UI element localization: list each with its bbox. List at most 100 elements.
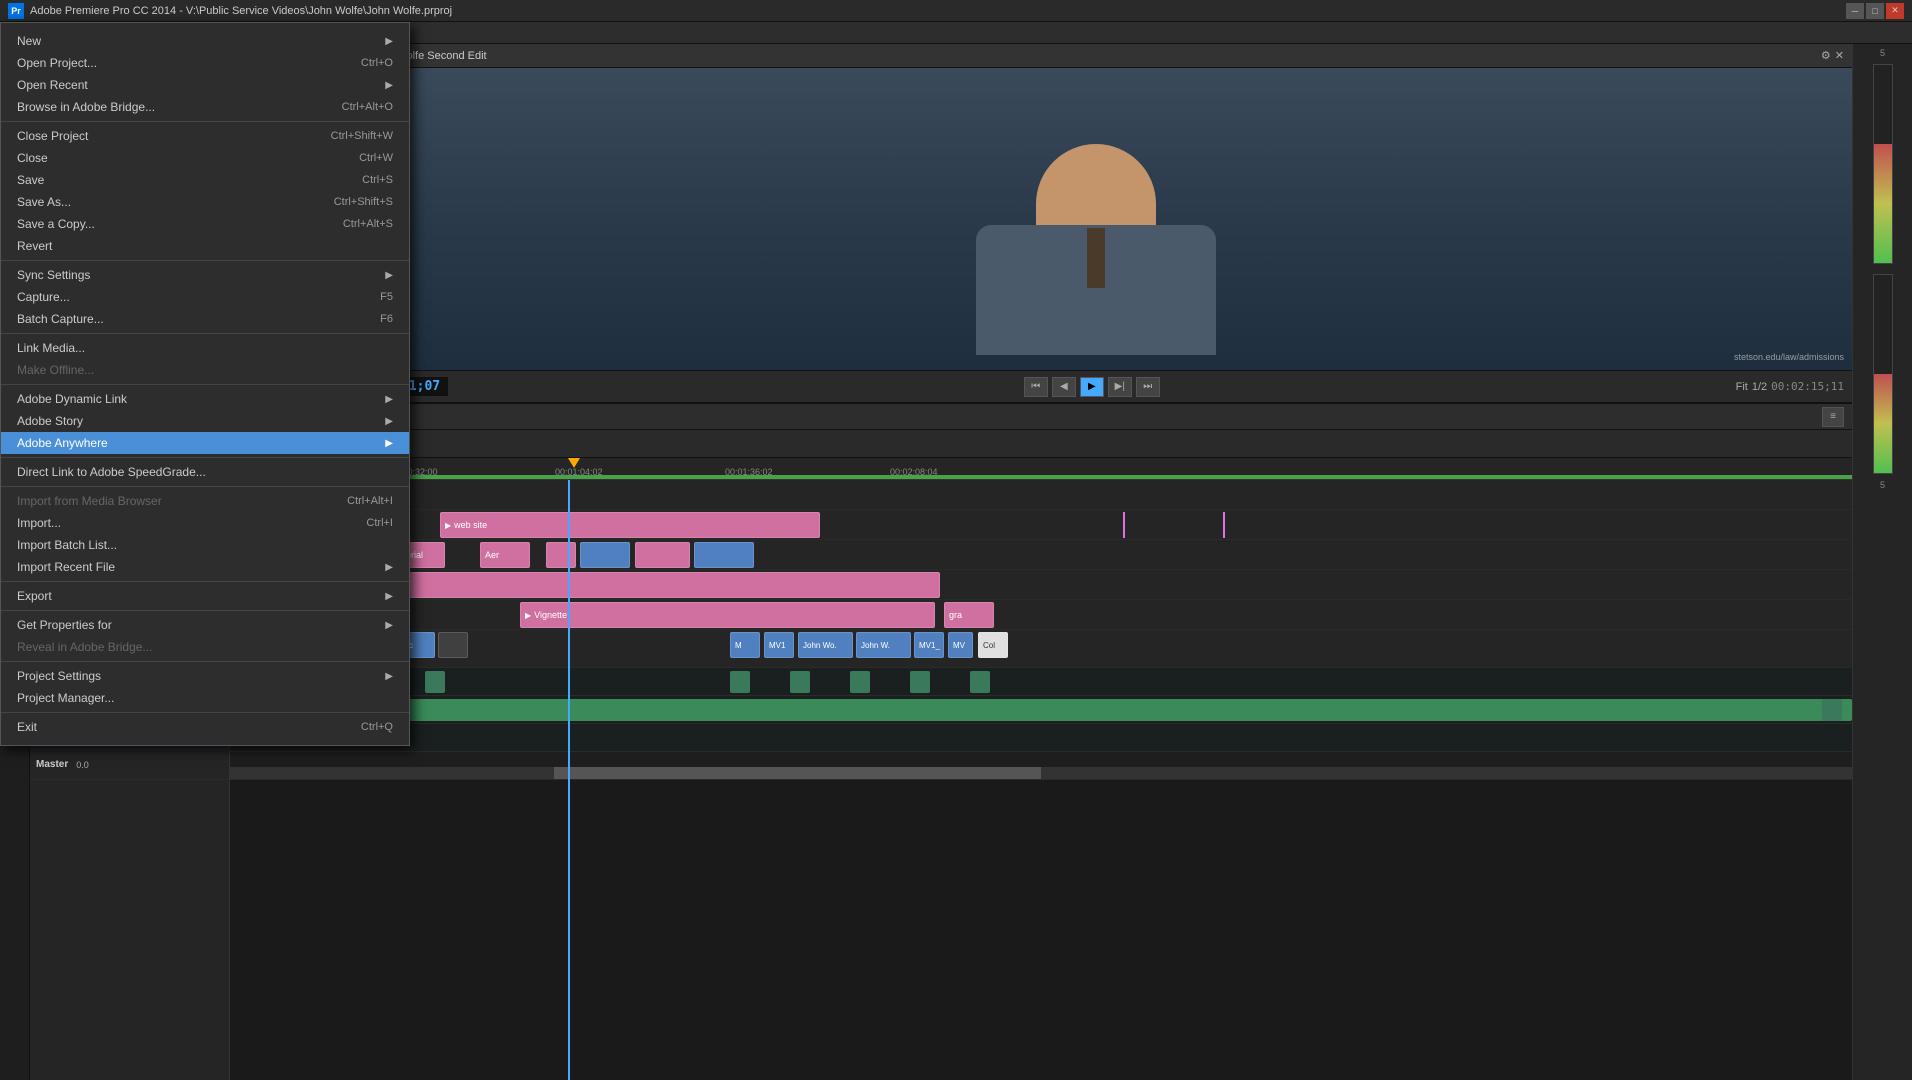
menu-group-11: Exit Ctrl+Q xyxy=(1,713,409,741)
menu-save-copy[interactable]: Save a Copy... Ctrl+Alt+S xyxy=(1,213,409,235)
menu-get-properties[interactable]: Get Properties for ▶ xyxy=(1,614,409,636)
menu-close-project[interactable]: Close Project Ctrl+Shift+W xyxy=(1,125,409,147)
menu-group-8: Export ▶ xyxy=(1,582,409,611)
timeline-settings-button[interactable]: ≡ xyxy=(1822,407,1844,427)
menu-batch-capture[interactable]: Batch Capture... F6 xyxy=(1,308,409,330)
menu-close[interactable]: Close Ctrl+W xyxy=(1,147,409,169)
menu-new[interactable]: New ▶ xyxy=(1,30,409,52)
menu-group-4: Link Media... Make Offline... xyxy=(1,334,409,385)
program-monitor: Program: Wolfe Second Edit ⚙ ✕ xyxy=(340,44,1852,402)
clip-v4-pink1[interactable] xyxy=(546,542,576,568)
menu-import-media-browser[interactable]: Import from Media Browser Ctrl+Alt+I xyxy=(1,490,409,512)
menu-sync-settings[interactable]: Sync Settings ▶ xyxy=(1,264,409,286)
menu-browse-bridge[interactable]: Browse in Adobe Bridge... Ctrl+Alt+O xyxy=(1,96,409,118)
audio-clip-a1-7[interactable] xyxy=(850,671,870,693)
menu-exit[interactable]: Exit Ctrl+Q xyxy=(1,716,409,738)
clip-stetson-bug[interactable]: ▶ stetson bug xyxy=(325,572,940,598)
menu-import-batch[interactable]: Import Batch List... xyxy=(1,534,409,556)
clip-aerial2[interactable]: Aer xyxy=(480,542,530,568)
timeline-scrollbar[interactable] xyxy=(230,767,1852,779)
play-forward-button[interactable]: ⏭ xyxy=(1136,377,1160,397)
video-overlay-text: stetson.edu/law/admissions xyxy=(1734,352,1844,362)
program-total-time: 00:02:15;11 xyxy=(1771,380,1844,393)
menu-link-media[interactable]: Link Media... xyxy=(1,337,409,359)
audio-clip-a1-8[interactable] xyxy=(910,671,930,693)
meter-level-left xyxy=(1874,144,1892,263)
window-controls: ─ □ ✕ xyxy=(1846,3,1904,19)
clip-mv1b[interactable]: MV1 xyxy=(764,632,794,658)
menu-open-recent[interactable]: Open Recent ▶ xyxy=(1,74,409,96)
prog-settings-icon[interactable]: ⚙ xyxy=(1821,49,1831,62)
program-monitor-header: Program: Wolfe Second Edit ⚙ ✕ xyxy=(340,44,1852,68)
clip-johnw3[interactable]: John W. xyxy=(856,632,911,658)
menu-save[interactable]: Save Ctrl+S xyxy=(1,169,409,191)
menu-group-2: Close Project Ctrl+Shift+W Close Ctrl+W … xyxy=(1,122,409,261)
menu-import[interactable]: Import... Ctrl+I xyxy=(1,512,409,534)
clip-mv1c[interactable]: MV1_ xyxy=(914,632,944,658)
clip-col[interactable]: Col xyxy=(978,632,1008,658)
audio-clip-a1-6[interactable] xyxy=(790,671,810,693)
timeline-scrollbar-thumb[interactable] xyxy=(554,767,1041,779)
menu-group-7: Import from Media Browser Ctrl+Alt+I Imp… xyxy=(1,487,409,582)
menu-save-as[interactable]: Save As... Ctrl+Shift+S xyxy=(1,191,409,213)
clip-website[interactable]: ▶ web site xyxy=(440,512,820,538)
clip-v4-blue2[interactable] xyxy=(580,542,630,568)
menu-group-5: Adobe Dynamic Link ▶ Adobe Story ▶ Adobe… xyxy=(1,385,409,458)
program-monitor-controls: ⚙ ✕ xyxy=(1821,49,1844,62)
clip-johnw2[interactable]: John Wo. xyxy=(798,632,853,658)
master-value: 0.0 xyxy=(76,760,89,770)
ruler-playhead-marker xyxy=(568,458,580,468)
track-label-master: Master 0.0 xyxy=(30,750,229,780)
clip-gra[interactable]: gra xyxy=(944,602,994,628)
audio-clip-a1-4[interactable] xyxy=(425,671,445,693)
right-panel: 5 5 xyxy=(1852,44,1912,1080)
clip-aerial2-label: Aer xyxy=(485,550,499,560)
clip-vignette2-label: Vignette xyxy=(534,610,567,620)
step-forward-button[interactable]: ▶| xyxy=(1108,377,1132,397)
prog-close-icon[interactable]: ✕ xyxy=(1835,49,1844,62)
menu-adobe-anywhere[interactable]: Adobe Anywhere ▶ xyxy=(1,432,409,454)
clip-v4-pink2[interactable] xyxy=(635,542,690,568)
clip-m1[interactable]: M xyxy=(730,632,760,658)
track-row-v1: MV 003 John W. John Jc M MV1 John Wo. Jo… xyxy=(230,630,1852,668)
step-back-button[interactable]: ◀ xyxy=(1052,377,1076,397)
audio-clip-a1-5[interactable] xyxy=(730,671,750,693)
audio-clip-a2-last[interactable] xyxy=(1822,699,1842,721)
menu-project-manager[interactable]: Project Manager... xyxy=(1,687,409,709)
clip-mv1d[interactable]: MV xyxy=(948,632,973,658)
menu-group-6: Direct Link to Adobe SpeedGrade... xyxy=(1,458,409,487)
menu-speedgrade[interactable]: Direct Link to Adobe SpeedGrade... xyxy=(1,461,409,483)
minimize-button[interactable]: ─ xyxy=(1846,3,1864,19)
clip-vignette2[interactable]: ▶ Vignette xyxy=(520,602,935,628)
clip-gra-label: gra xyxy=(949,610,962,620)
menu-revert[interactable]: Revert xyxy=(1,235,409,257)
audio-clip-a2-main[interactable] xyxy=(230,699,1852,721)
maximize-button[interactable]: □ xyxy=(1866,3,1884,19)
zoom-label: Fit xyxy=(1736,381,1748,393)
track-row-a3 xyxy=(230,724,1852,752)
play-button[interactable]: ▶ xyxy=(1080,377,1104,397)
menu-project-settings[interactable]: Project Settings ▶ xyxy=(1,665,409,687)
title-text: Adobe Premiere Pro CC 2014 - V:\Public S… xyxy=(30,5,452,17)
close-button[interactable]: ✕ xyxy=(1886,3,1904,19)
track-row-v4: Aerial Aer xyxy=(230,540,1852,570)
ratio-label: 1/2 xyxy=(1752,381,1767,393)
track-row-v3: ▶ stetson bug xyxy=(230,570,1852,600)
menu-adobe-story[interactable]: Adobe Story ▶ xyxy=(1,410,409,432)
menu-make-offline[interactable]: Make Offline... xyxy=(1,359,409,381)
audio-clip-a1-9[interactable] xyxy=(970,671,990,693)
menu-export[interactable]: Export ▶ xyxy=(1,585,409,607)
menu-import-recent[interactable]: Import Recent File ▶ xyxy=(1,556,409,578)
menu-reveal-bridge[interactable]: Reveal in Adobe Bridge... xyxy=(1,636,409,658)
menu-adobe-dynamic-link[interactable]: Adobe Dynamic Link ▶ xyxy=(1,388,409,410)
audio-meter-value: 5 xyxy=(1880,480,1885,490)
menu-group-10: Project Settings ▶ Project Manager... xyxy=(1,662,409,713)
clip-dark1[interactable] xyxy=(438,632,468,658)
menu-open-project[interactable]: Open Project... Ctrl+O xyxy=(1,52,409,74)
play-reverse-button[interactable]: ⏮ xyxy=(1024,377,1048,397)
menu-group-3: Sync Settings ▶ Capture... F5 Batch Capt… xyxy=(1,261,409,334)
track-row-a2 xyxy=(230,696,1852,724)
app-icon: Pr xyxy=(8,3,24,19)
menu-capture[interactable]: Capture... F5 xyxy=(1,286,409,308)
clip-v4-blue3[interactable] xyxy=(694,542,754,568)
